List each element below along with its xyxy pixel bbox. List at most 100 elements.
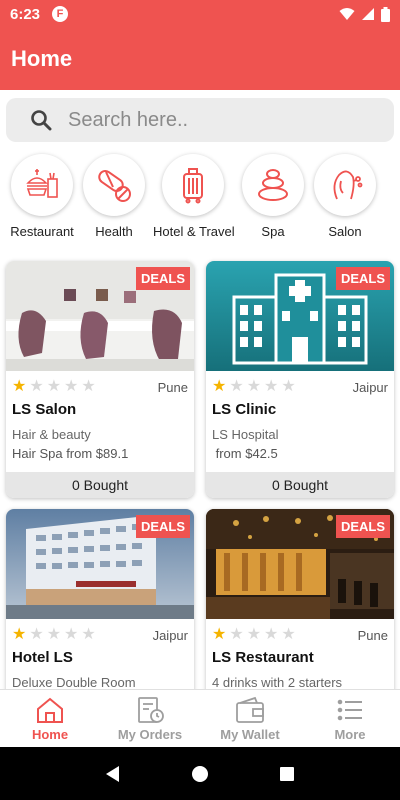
- nav-my-orders[interactable]: My Orders: [100, 690, 200, 747]
- star-icon: ★: [12, 378, 27, 395]
- wallet-icon: [236, 696, 264, 723]
- nav-label: Home: [31, 726, 69, 742]
- category-label: Restaurant: [10, 224, 74, 239]
- star-icon: ★: [281, 626, 296, 643]
- star-icon: ★: [264, 378, 279, 395]
- card-subtitle: Deluxe Double Room: [12, 675, 136, 690]
- bought-count: 0 Bought: [206, 472, 394, 498]
- star-icon: ★: [81, 378, 96, 395]
- spa-stones-icon: [258, 169, 288, 201]
- deals-badge: DEALS: [135, 267, 190, 290]
- rating-stars: ★ ★ ★ ★ ★: [212, 627, 296, 643]
- menu-list-icon: [337, 699, 362, 720]
- card-title: LS Clinic: [212, 401, 277, 418]
- star-icon: ★: [46, 378, 62, 395]
- page-title: Home: [11, 46, 73, 71]
- restaurant-icon: [26, 169, 58, 198]
- card-price: Hair Spa from $89.1: [12, 446, 129, 461]
- card-meta: ★ ★ ★ ★ ★ Pune: [6, 371, 194, 397]
- salon-image: DEALS: [6, 261, 194, 371]
- screen: 6:23 F Home Search here.. Restaurant Hea…: [0, 0, 400, 800]
- search-placeholder: Search here..: [68, 108, 189, 131]
- hotel-image: DEALS: [6, 509, 194, 619]
- salon-face-icon: [333, 170, 363, 200]
- city-label: Jaipur: [352, 379, 388, 395]
- category-spa[interactable]: Spa: [233, 154, 313, 239]
- category-label: Health: [95, 224, 133, 239]
- city-label: Pune: [157, 379, 188, 395]
- deal-card-hotel[interactable]: DEALS ★ ★ ★ ★ ★ Jaipur Hotel LS Deluxe Doubl…: [6, 509, 194, 709]
- category-label: Hotel & Travel: [153, 224, 235, 239]
- star-icon: ★: [12, 626, 27, 643]
- search-input[interactable]: Search here..: [6, 98, 394, 142]
- card-meta: ★ ★ ★ ★ ★ Pune: [206, 619, 394, 645]
- star-icon: ★: [281, 378, 296, 395]
- battery-icon: [381, 6, 390, 22]
- bottom-nav: Home My Orders My Wallet More: [0, 689, 400, 747]
- star-icon: ★: [246, 626, 262, 643]
- star-icon: ★: [229, 626, 244, 643]
- search-icon: [31, 110, 52, 131]
- status-icons: [339, 6, 390, 22]
- category-label: Spa: [261, 224, 285, 239]
- app-notification-icon: F: [52, 6, 69, 22]
- star-icon: ★: [264, 626, 279, 643]
- star-icon: ★: [64, 626, 79, 643]
- category-restaurant[interactable]: Restaurant: [2, 154, 82, 239]
- category-salon[interactable]: Salon: [305, 154, 385, 239]
- deals-badge: DEALS: [135, 515, 190, 538]
- card-subtitle: LS Hospital: [212, 427, 279, 442]
- star-icon: ★: [246, 378, 262, 395]
- card-price: from $42.5: [212, 446, 278, 461]
- card-title: LS Salon: [12, 401, 77, 418]
- status-bar: 6:23 F: [0, 0, 400, 28]
- star-icon: ★: [46, 626, 62, 643]
- star-icon: ★: [212, 378, 227, 395]
- card-subtitle: 4 drinks with 2 starters: [212, 675, 343, 690]
- home-circle-icon[interactable]: [190, 764, 210, 784]
- back-icon[interactable]: [103, 764, 123, 784]
- star-icon: ★: [212, 626, 227, 643]
- orders-icon: [138, 696, 164, 723]
- pill-icon: [98, 169, 131, 202]
- recents-icon[interactable]: [277, 764, 297, 784]
- category-list: Restaurant Health Hotel & Travel Spa Sal…: [0, 154, 400, 244]
- deals-badge: DEALS: [335, 515, 390, 538]
- nav-home[interactable]: Home: [0, 690, 100, 747]
- deals-badge: DEALS: [335, 267, 390, 290]
- nav-label: My Orders: [117, 726, 183, 742]
- nav-more[interactable]: More: [300, 690, 400, 747]
- star-icon: ★: [29, 626, 44, 643]
- star-icon: ★: [64, 378, 79, 395]
- system-nav-bar: [0, 747, 400, 800]
- clinic-image: DEALS: [206, 261, 394, 371]
- app-bar: Home: [0, 28, 400, 90]
- rating-stars: ★ ★ ★ ★ ★: [212, 379, 296, 395]
- category-circle: [314, 154, 376, 216]
- rating-stars: ★ ★ ★ ★ ★: [12, 627, 96, 643]
- deal-card-clinic[interactable]: DEALS ★ ★ ★ ★ ★ Jaipur LS Clinic LS Hospital…: [206, 261, 394, 498]
- signal-icon: [362, 8, 374, 20]
- nav-my-wallet[interactable]: My Wallet: [200, 690, 300, 747]
- deal-card-salon[interactable]: DEALS ★ ★ ★ ★ ★ Pune LS Salon Hair & beauty …: [6, 261, 194, 498]
- home-icon: [37, 697, 63, 723]
- restaurant-image: DEALS: [206, 509, 394, 619]
- card-meta: ★ ★ ★ ★ ★ Jaipur: [6, 619, 194, 645]
- deal-card-restaurant[interactable]: DEALS ★ ★ ★ ★ ★ Pune LS Restaurant 4 drinks …: [206, 509, 394, 709]
- rating-stars: ★ ★ ★ ★ ★: [12, 379, 96, 395]
- star-icon: ★: [29, 378, 44, 395]
- category-circle: [162, 154, 224, 216]
- star-icon: ★: [81, 626, 96, 643]
- card-title: Hotel LS: [12, 649, 73, 666]
- category-circle: [83, 154, 145, 216]
- category-hotel-travel[interactable]: Hotel & Travel: [153, 154, 235, 239]
- category-label: Salon: [328, 224, 362, 239]
- card-subtitle: Hair & beauty: [12, 427, 91, 442]
- card-meta: ★ ★ ★ ★ ★ Jaipur: [206, 371, 394, 397]
- category-health[interactable]: Health: [74, 154, 154, 239]
- nav-label: My Wallet: [220, 726, 280, 742]
- luggage-icon: [183, 168, 203, 204]
- category-circle: [242, 154, 304, 216]
- card-title: LS Restaurant: [212, 649, 314, 666]
- status-time: 6:23: [10, 5, 41, 23]
